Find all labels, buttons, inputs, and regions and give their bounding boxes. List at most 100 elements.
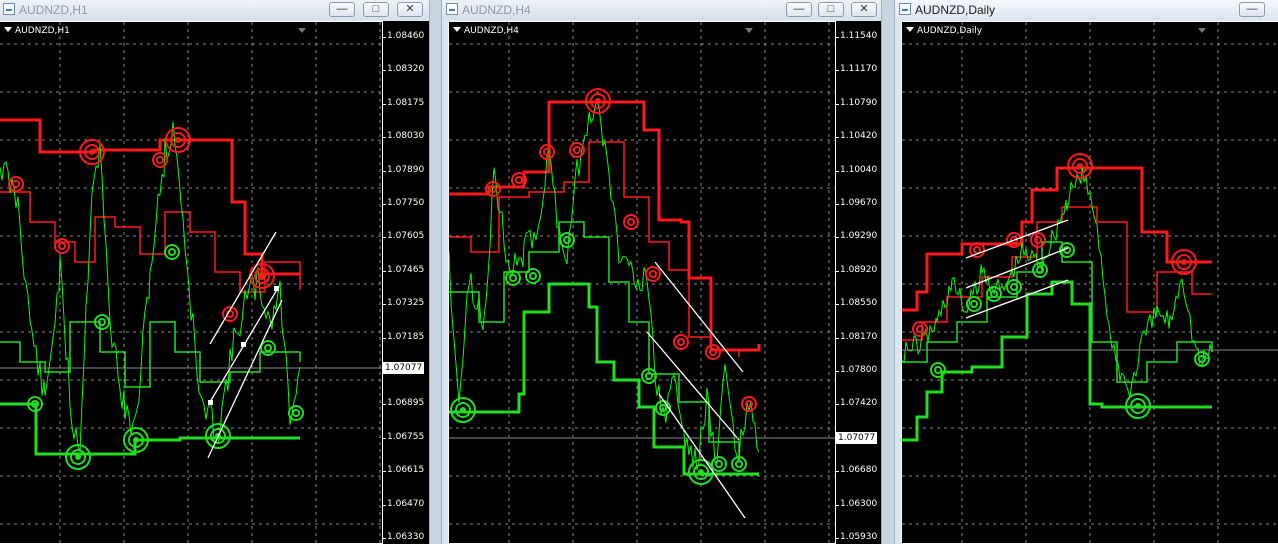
pivot-marker-inner xyxy=(709,348,717,356)
trend-handle xyxy=(241,342,246,347)
pivot-marker-inner xyxy=(934,366,942,374)
price-tick-label: 1.10420 xyxy=(835,131,878,142)
pivot-marker-inner xyxy=(515,176,523,184)
pivot-marker-inner xyxy=(916,325,924,333)
window-titlebar[interactable]: AUDNZD,H1 — □ ✕ xyxy=(0,0,429,20)
price-tick-label: 1.08170 xyxy=(835,331,878,342)
price-tick-label: 1.08030 xyxy=(382,131,425,142)
chart-window-daily[interactable]: AUDNZD,Daily — AUDNZD,Daily xyxy=(894,0,1278,544)
price-chart[interactable] xyxy=(0,22,383,544)
pivot-marker-inner xyxy=(543,148,551,156)
price-tick-label: 1.06680 xyxy=(835,465,878,476)
pivot-marker-inner xyxy=(745,400,753,408)
pivot-marker-icon xyxy=(260,340,276,356)
support-line-inner xyxy=(449,221,740,462)
trend-line xyxy=(207,299,283,459)
pivot-marker-inner xyxy=(563,236,571,244)
price-tick-label: 1.07890 xyxy=(382,164,425,175)
price-tick-label: 1.10790 xyxy=(835,97,878,108)
chart-window-h1[interactable]: AUDNZD,H1 — □ ✕ AUDNZD,H1 1.08460 1.08320… xyxy=(0,0,430,544)
price-scale: 1.11540 1.11170 1.10790 1.10420 1.10040 1.096… xyxy=(835,21,881,544)
pivot-marker-inner xyxy=(677,338,685,346)
price-tick-label: 1.07420 xyxy=(835,398,878,409)
pivot-marker-inner xyxy=(529,272,537,280)
price-tick-label: 1.05930 xyxy=(835,532,878,542)
pivot-marker-icon xyxy=(525,268,541,284)
close-button[interactable]: ✕ xyxy=(397,2,423,17)
window-titlebar[interactable]: AUDNZD,Daily — xyxy=(895,0,1278,20)
window-title: AUDNZD,Daily xyxy=(915,3,996,17)
pivot-marker-dot xyxy=(595,98,601,104)
price-scale: 1.08460 1.08320 1.08175 1.08030 1.07890 1.077… xyxy=(382,21,429,544)
price-tick-label: 1.08175 xyxy=(382,97,425,108)
pivot-marker-inner xyxy=(1036,266,1044,274)
price-tick-label: 1.06470 xyxy=(382,498,425,509)
pivot-marker-inner xyxy=(1034,236,1042,244)
chart-window-icon xyxy=(899,3,911,15)
symbol-label: AUDNZD,H1 xyxy=(4,26,70,36)
price-tick-label: 1.11540 xyxy=(835,31,878,41)
dropdown-icon xyxy=(906,27,914,32)
pivot-marker-icon xyxy=(1006,279,1022,295)
trend-handle xyxy=(274,286,279,291)
window-titlebar[interactable]: AUDNZD,H4 — □ ✕ xyxy=(442,0,881,20)
pivot-marker-inner xyxy=(1010,283,1018,291)
trend-line xyxy=(965,219,1069,259)
price-tick-label: 1.08320 xyxy=(382,64,425,75)
pivot-marker-dot xyxy=(460,407,466,413)
pivot-marker-inner xyxy=(1198,355,1206,363)
pivot-marker-dot xyxy=(133,437,139,443)
chart-area[interactable]: AUDNZD,Daily xyxy=(901,21,1278,544)
resistance-line-inner xyxy=(449,141,740,357)
price-tick-label: 1.06755 xyxy=(382,431,425,442)
one-click-trading-icon[interactable] xyxy=(1198,28,1206,33)
support-line xyxy=(902,280,1212,442)
one-click-trading-icon[interactable] xyxy=(298,28,306,33)
pivot-marker-dot xyxy=(1077,163,1083,169)
pivot-marker-icon xyxy=(930,362,946,378)
price-tick-label: 1.07185 xyxy=(382,331,425,342)
chart-area[interactable]: AUDNZD,H4 xyxy=(448,21,836,544)
chart-area[interactable]: AUDNZD,H1 xyxy=(0,21,383,544)
dropdown-icon xyxy=(4,27,12,32)
price-tick-label: 1.06330 xyxy=(382,532,425,542)
price-tick-label: 1.10040 xyxy=(835,164,878,175)
minimize-button[interactable]: — xyxy=(786,2,812,17)
pivot-marker-inner xyxy=(573,146,581,154)
pivot-marker-inner xyxy=(264,344,272,352)
pivot-marker-inner xyxy=(509,274,517,282)
symbol-label: AUDNZD,H4 xyxy=(453,26,519,36)
pivot-marker-inner xyxy=(292,409,300,417)
one-click-trading-icon[interactable] xyxy=(745,28,753,33)
price-tick-label: 1.07750 xyxy=(382,198,425,208)
price-tick-label: 1.06895 xyxy=(382,398,425,409)
support-line xyxy=(0,402,300,456)
price-chart[interactable] xyxy=(449,22,836,544)
price-tick-label: 1.07800 xyxy=(835,365,878,375)
pivot-marker-icon xyxy=(912,321,928,337)
restore-button[interactable]: □ xyxy=(818,2,844,17)
trend-handle xyxy=(208,400,213,405)
pivot-marker-inner xyxy=(715,460,723,468)
price-chart[interactable] xyxy=(902,22,1278,544)
trend-line xyxy=(646,331,740,441)
window-title: AUDNZD,H1 xyxy=(19,3,88,17)
pivot-marker-icon xyxy=(288,405,304,421)
minimize-button[interactable]: — xyxy=(329,2,355,17)
pivot-marker-inner xyxy=(12,180,20,188)
pivot-marker-icon xyxy=(1030,232,1046,248)
pivot-marker-dot xyxy=(75,454,81,460)
pivot-marker-icon xyxy=(711,456,727,472)
pivot-marker-inner xyxy=(156,156,164,164)
price-tick-label: 1.09290 xyxy=(835,231,878,242)
price-tick-label: 1.07465 xyxy=(382,264,425,275)
pivot-marker-inner xyxy=(168,248,176,256)
restore-button[interactable]: □ xyxy=(363,2,389,17)
chart-window-h4[interactable]: AUDNZD,H4 — □ ✕ AUDNZD,H4 1.11540 1.11170… xyxy=(441,0,882,544)
pivot-marker-icon xyxy=(54,238,70,254)
close-button[interactable]: ✕ xyxy=(851,2,877,17)
pivot-marker-inner xyxy=(735,460,743,468)
pivot-marker-dot xyxy=(259,273,265,279)
pivot-marker-dot xyxy=(1135,403,1141,409)
minimize-button[interactable]: — xyxy=(1239,2,1265,17)
